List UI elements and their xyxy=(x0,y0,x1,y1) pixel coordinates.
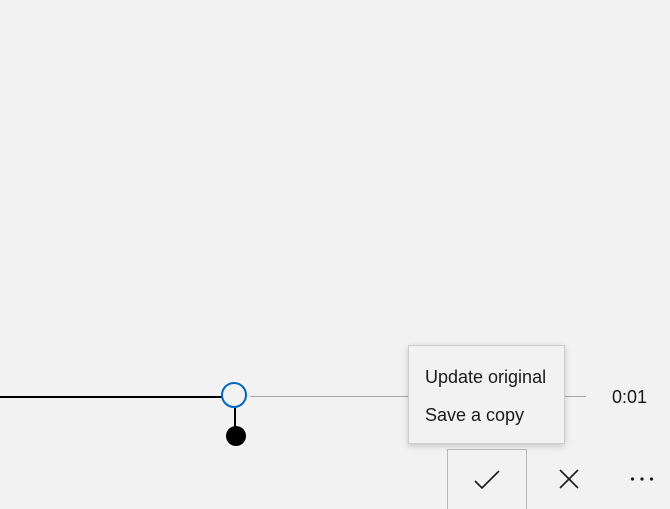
accept-button[interactable] xyxy=(447,449,527,509)
save-menu-flyout: Update original Save a copy xyxy=(408,345,565,444)
timeline-played-track[interactable] xyxy=(0,396,222,398)
trim-marker-stem xyxy=(234,408,236,428)
more-options-button[interactable] xyxy=(613,449,670,509)
close-icon xyxy=(559,469,579,489)
command-bar xyxy=(447,449,670,509)
update-original-menu-item[interactable]: Update original xyxy=(409,358,564,396)
save-a-copy-menu-item[interactable]: Save a copy xyxy=(409,396,564,434)
cancel-button[interactable] xyxy=(529,449,609,509)
checkmark-icon xyxy=(474,469,500,489)
more-icon xyxy=(630,477,653,481)
playhead-handle[interactable] xyxy=(221,382,247,408)
trim-marker-handle[interactable] xyxy=(226,426,246,446)
time-label: 0:01 xyxy=(612,387,648,407)
